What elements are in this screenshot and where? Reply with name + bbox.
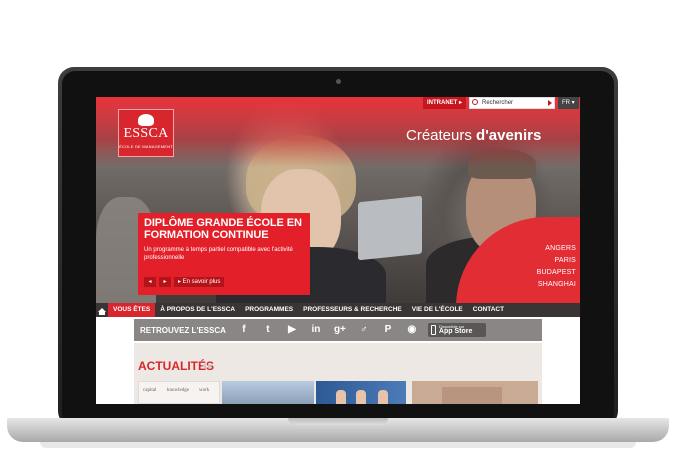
logo-subtitle: ÉCOLE DE MANAGEMENT: [119, 144, 173, 149]
prev-slide-button[interactable]: ◂: [144, 277, 156, 287]
news-thumbnail[interactable]: capital knowledge work: [138, 381, 220, 404]
intranet-button[interactable]: INTRANET ▸: [423, 97, 467, 109]
nav-item-professeurs[interactable]: PROFESSEURS & RECHERCHE: [298, 303, 407, 317]
camera-icon: [336, 79, 341, 84]
facebook-icon[interactable]: f: [232, 319, 256, 341]
search-placeholder: Rechercher: [482, 100, 514, 106]
app-store-button[interactable]: Disponible sur App Store: [427, 323, 486, 337]
promo-controls: ◂ ▸ ▸ En savoir plus: [144, 277, 225, 287]
language-selector[interactable]: FR ▾: [558, 97, 579, 109]
learn-more-button[interactable]: ▸ En savoir plus: [174, 277, 225, 287]
logo-emblem-icon: [138, 114, 154, 126]
nav-home[interactable]: [96, 303, 108, 317]
campus-link[interactable]: BUDAPEST: [476, 267, 576, 279]
search-input[interactable]: Rechercher: [469, 97, 556, 109]
pinterest-icon[interactable]: P: [376, 319, 400, 341]
news-section: ACTUALITÉS capital knowledge work: [134, 343, 542, 404]
campus-link[interactable]: SHANGHAI: [476, 279, 576, 291]
hero-banner: ESSCA ÉCOLE DE MANAGEMENT INTRANET ▸ Rec…: [96, 97, 580, 303]
youtube-icon[interactable]: ▶: [280, 319, 304, 341]
news-thumbnail[interactable]: [412, 381, 538, 404]
laptop-notch: [288, 418, 388, 425]
nav-item-vous-etes[interactable]: VOUS ÊTES: [108, 303, 156, 317]
search-icon: [472, 99, 479, 105]
twitter-icon[interactable]: t: [256, 319, 280, 341]
nav-item-vie-ecole[interactable]: VIE DE L'ÉCOLE: [407, 303, 468, 317]
nav-item-programmes[interactable]: PROGRAMMES: [240, 303, 298, 317]
news-next-icon[interactable]: [208, 363, 212, 369]
viadeo-icon[interactable]: ♂: [352, 319, 376, 341]
linkedin-icon[interactable]: in: [304, 319, 328, 341]
nav-item-contact[interactable]: CONTACT: [468, 303, 509, 317]
campus-link[interactable]: ANGERS: [476, 243, 576, 255]
social-bar: RETROUVEZ L'ESSCA f t ▶ in g+ ♂ P ◉ Disp…: [134, 319, 542, 341]
google-plus-icon[interactable]: g+: [328, 319, 352, 341]
campus-link[interactable]: PARIS: [476, 255, 576, 267]
rss-icon[interactable]: ◉: [400, 319, 424, 341]
logo-text: ESSCA: [123, 126, 169, 141]
nav-item-a-propos[interactable]: À PROPOS DE L'ESSCA: [155, 303, 240, 317]
search-submit-icon[interactable]: [548, 100, 553, 106]
promo-subtitle: Un programme à temps partiel compatible …: [144, 247, 293, 261]
news-thumbnail[interactable]: [316, 381, 406, 404]
social-label: RETROUVEZ L'ESSCA: [140, 325, 226, 335]
main-nav: VOUS ÊTES À PROPOS DE L'ESSCA PROGRAMMES…: [96, 303, 580, 317]
top-utility-bar: INTRANET ▸ Rechercher FR ▾: [423, 97, 579, 109]
promo-title: DIPLÔME GRANDE ÉCOLE EN FORMATION CONTIN…: [144, 217, 302, 241]
phone-icon: [430, 325, 436, 335]
promo-box: DIPLÔME GRANDE ÉCOLE EN FORMATION CONTIN…: [138, 213, 310, 295]
tagline: Créateurs d'avenirs: [406, 127, 542, 144]
news-prev-icon[interactable]: [202, 363, 206, 369]
news-thumbnail[interactable]: [222, 381, 314, 404]
news-arrows: [202, 363, 212, 369]
essca-logo[interactable]: ESSCA ÉCOLE DE MANAGEMENT: [118, 109, 174, 157]
website-screen: ESSCA ÉCOLE DE MANAGEMENT INTRANET ▸ Rec…: [96, 97, 580, 404]
home-icon: [98, 308, 106, 315]
campus-list: ANGERS PARIS BUDAPEST SHANGHAI: [476, 243, 576, 291]
next-slide-button[interactable]: ▸: [159, 277, 171, 287]
